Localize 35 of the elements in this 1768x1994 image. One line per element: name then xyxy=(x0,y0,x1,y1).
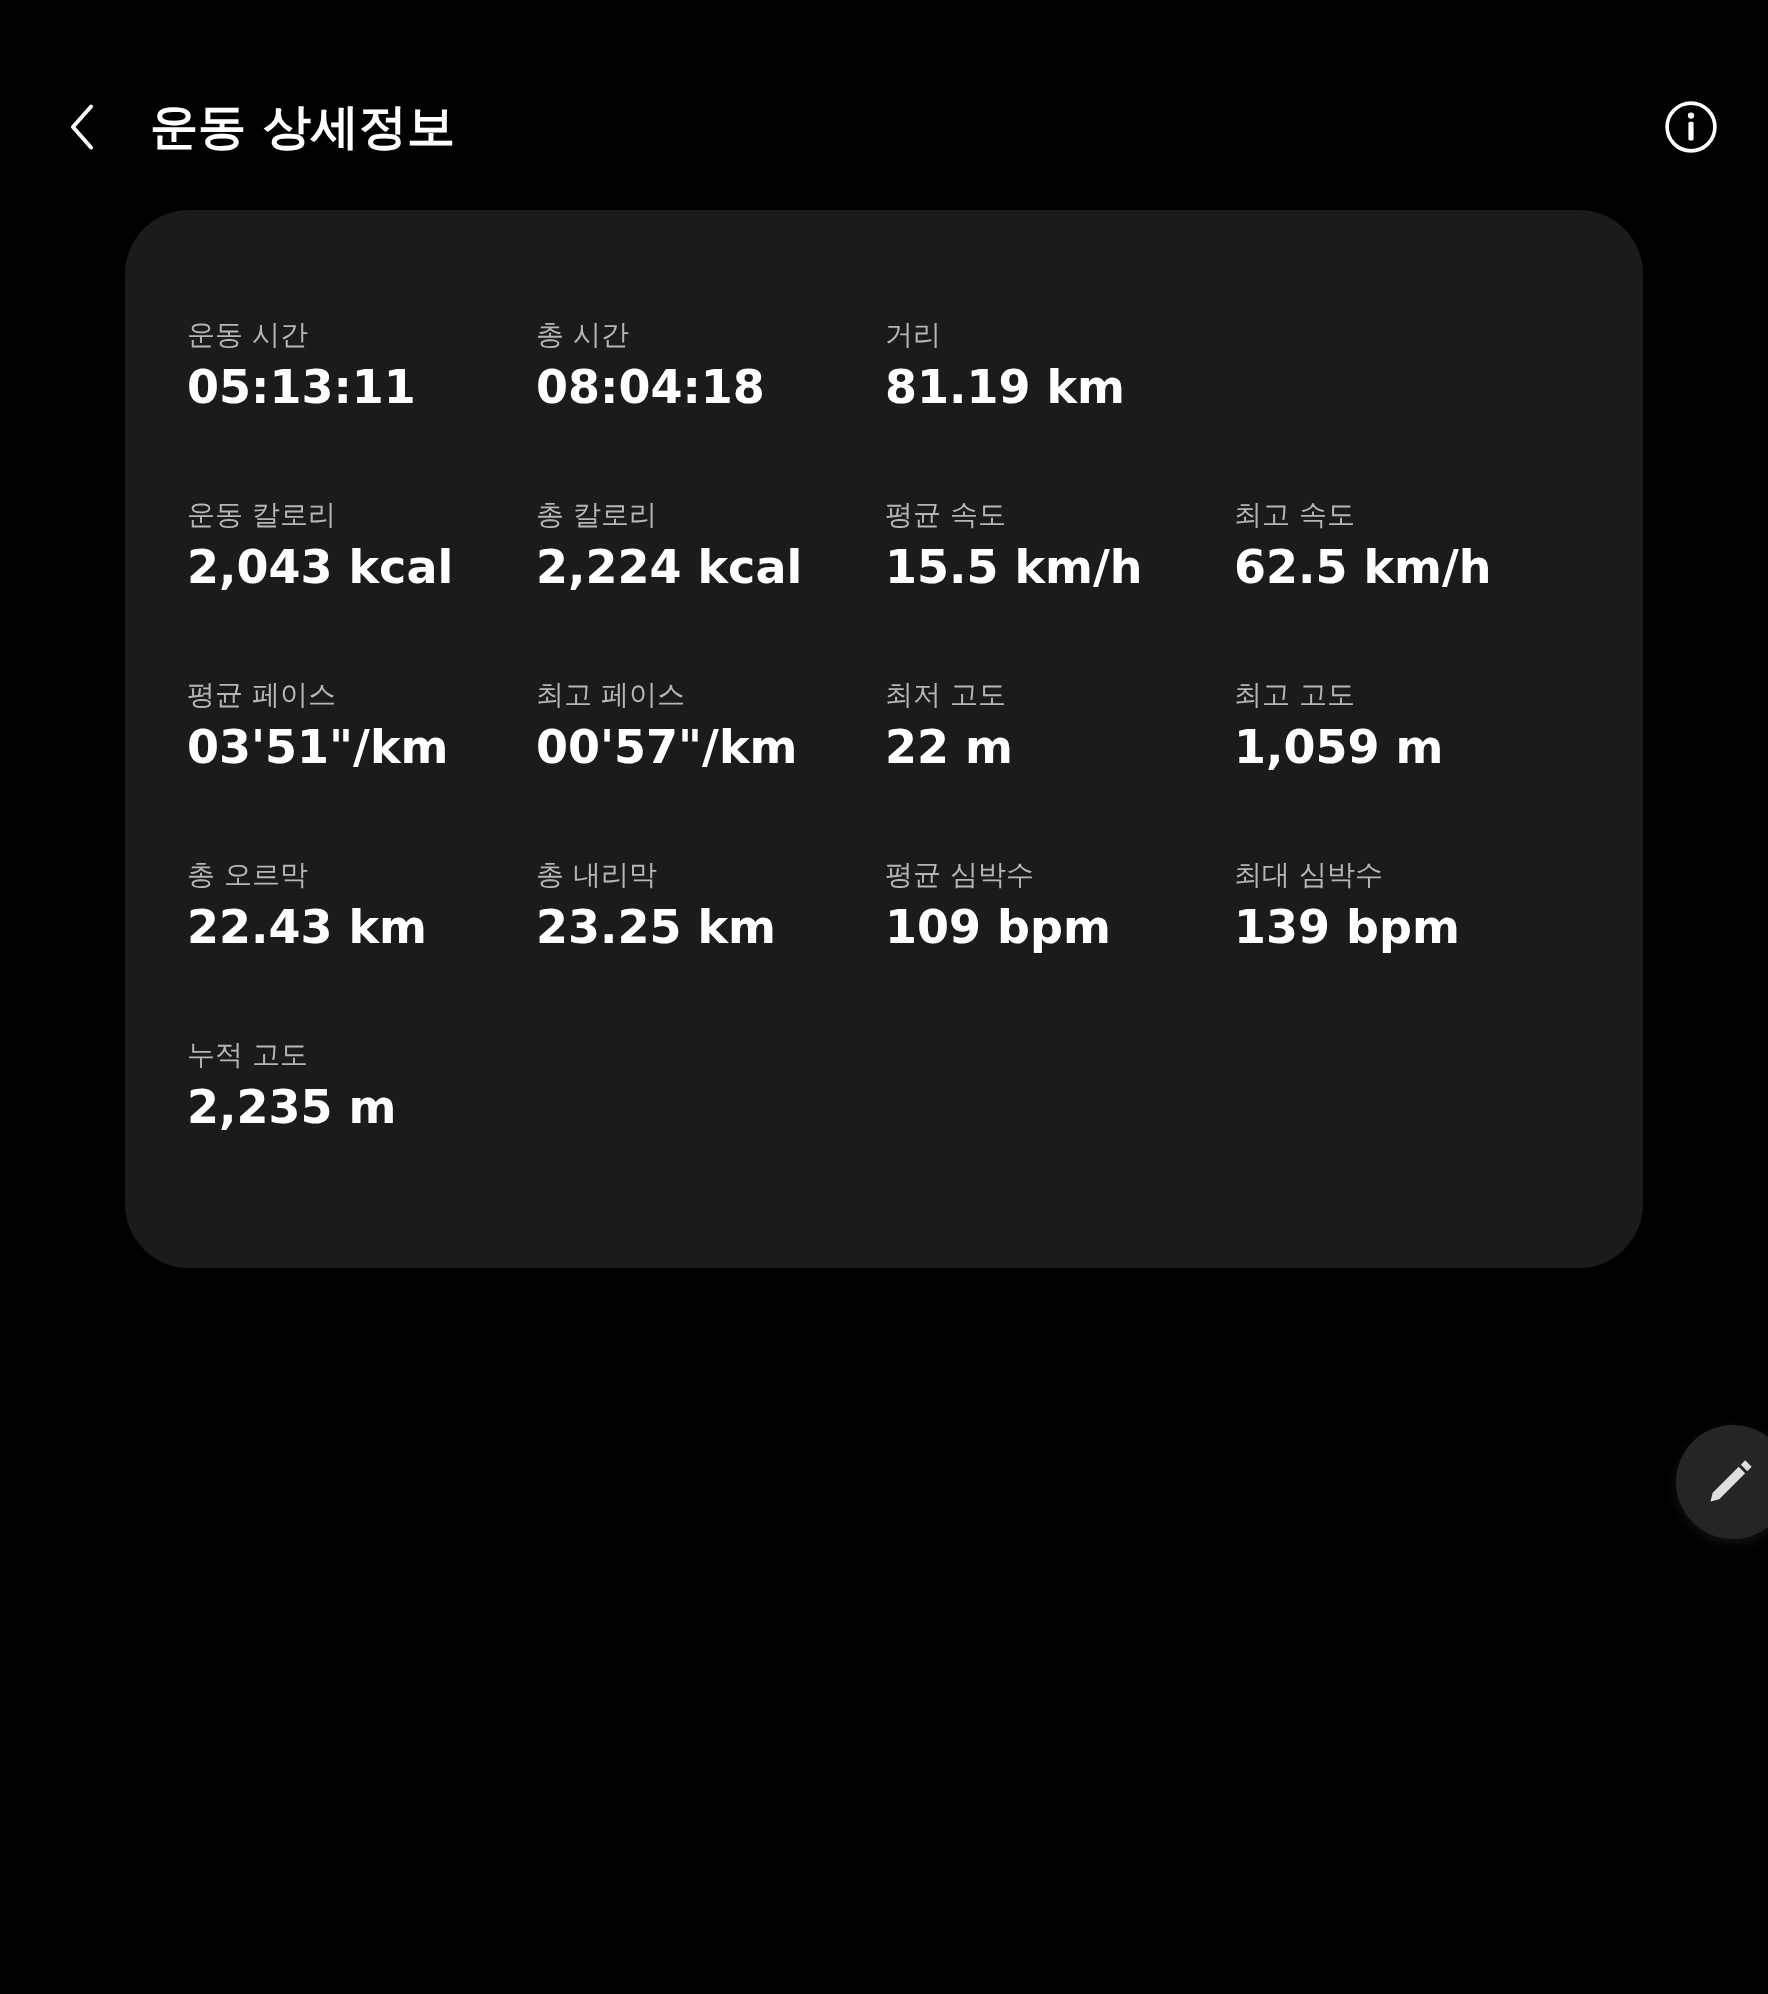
stat-label: 평균 심박수 xyxy=(885,857,1034,893)
stat-label: 최고 페이스 xyxy=(536,677,685,713)
stat-value: 08:04:18 xyxy=(536,359,765,416)
stat-label: 최고 고도 xyxy=(1234,677,1355,713)
stat-label: 최저 고도 xyxy=(885,677,1006,713)
stat-value: 22.43 km xyxy=(187,899,428,956)
stat-label: 평균 속도 xyxy=(885,497,1006,533)
stat-label: 최대 심박수 xyxy=(1234,857,1383,893)
stat-value: 81.19 km xyxy=(885,359,1126,416)
stat-value: 15.5 km/h xyxy=(885,539,1143,596)
stat-label: 누적 고도 xyxy=(187,1037,308,1073)
stat-label: 총 오르막 xyxy=(187,857,308,893)
stat-label: 총 내리막 xyxy=(536,857,657,893)
stat-value: 2,224 kcal xyxy=(536,539,803,596)
stat-value: 00'57"/km xyxy=(536,719,798,776)
stat-label: 최고 속도 xyxy=(1234,497,1355,533)
stat-label: 운동 시간 xyxy=(187,317,308,353)
back-icon[interactable] xyxy=(68,102,96,152)
stat-label: 평균 페이스 xyxy=(187,677,336,713)
stat-label: 거리 xyxy=(885,317,941,353)
stat-label: 총 칼로리 xyxy=(536,497,657,533)
stat-value: 2,235 m xyxy=(187,1079,397,1136)
stat-label: 운동 칼로리 xyxy=(187,497,336,533)
stat-value: 23.25 km xyxy=(536,899,777,956)
stat-value: 139 bpm xyxy=(1234,899,1460,956)
stat-value: 62.5 km/h xyxy=(1234,539,1492,596)
stat-value: 22 m xyxy=(885,719,1013,776)
stat-value: 03'51"/km xyxy=(187,719,449,776)
page-title: 운동 상세정보 xyxy=(150,97,456,156)
stat-value: 109 bpm xyxy=(885,899,1111,956)
stat-value: 2,043 kcal xyxy=(187,539,454,596)
stat-label: 총 시간 xyxy=(536,317,629,353)
stat-value: 05:13:11 xyxy=(187,359,416,416)
info-icon[interactable] xyxy=(1664,100,1718,154)
stat-value: 1,059 m xyxy=(1234,719,1444,776)
